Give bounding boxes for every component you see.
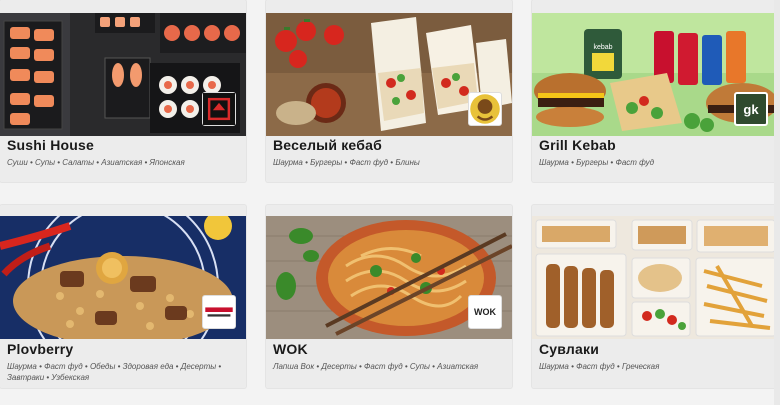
restaurant-tags: Шаурма • Фаст фуд • Греческая [539, 362, 660, 371]
restaurant-image[interactable] [532, 216, 778, 339]
restaurant-name[interactable]: Веселый кебаб [273, 137, 382, 153]
restaurant-image[interactable] [266, 13, 512, 136]
restaurant-name[interactable]: Grill Kebab [539, 137, 616, 153]
grill-kebab-logo-icon: gk [734, 92, 768, 126]
svg-text:kebab: kebab [593, 44, 612, 51]
restaurant-card-suvlaki[interactable]: Сувлаки Шаурма • Фаст фуд • Греческая [532, 205, 778, 388]
sushi-house-logo-icon [202, 92, 236, 126]
restaurant-tags: Шаурма • Бургеры • Фаст фуд [539, 158, 655, 167]
restaurant-image[interactable]: WOK [266, 216, 512, 339]
restaurant-name[interactable]: WOK [273, 341, 308, 357]
wok-logo-icon: WOK [468, 295, 502, 329]
restaurant-image[interactable] [0, 216, 246, 339]
restaurant-image[interactable] [0, 13, 246, 136]
restaurant-tags: Лапша Вок • Десерты • Фаст фуд • Супы • … [273, 362, 479, 371]
restaurant-name[interactable]: Сувлаки [539, 341, 599, 357]
restaurant-name[interactable]: Plovberry [7, 341, 73, 357]
logo-text: gk [743, 101, 759, 117]
restaurant-card-plovberry[interactable]: Plovberry Шаурма • Фаст фуд • Обеды • Зд… [0, 205, 246, 388]
restaurant-card-wok[interactable]: WOK WOK Лапша Вок • Десерты • Фаст фуд •… [266, 205, 512, 388]
restaurant-card-sushi-house[interactable]: Sushi House Суши • Супы • Салаты • Азиат… [0, 0, 246, 182]
veselyy-kebab-logo-icon [468, 92, 502, 126]
page-edge [774, 0, 780, 405]
restaurant-image[interactable]: kebab gk [532, 13, 778, 136]
restaurant-card-grill-kebab[interactable]: kebab gk Grill Kebab Шаурма • Бургеры • … [532, 0, 778, 182]
restaurant-tags: Шаурма • Фаст фуд • Обеды • Здоровая еда… [7, 362, 222, 382]
logo-text: WOK [474, 307, 496, 317]
restaurant-tags: Суши • Супы • Салаты • Азиатская • Японс… [7, 158, 185, 167]
restaurant-card-veselyy-kebab[interactable]: Веселый кебаб Шаурма • Бургеры • Фаст фу… [266, 0, 512, 182]
plovberry-logo-icon [202, 295, 236, 329]
restaurant-name[interactable]: Sushi House [7, 137, 94, 153]
restaurant-tags: Шаурма • Бургеры • Фаст фуд • Блины [273, 158, 420, 167]
